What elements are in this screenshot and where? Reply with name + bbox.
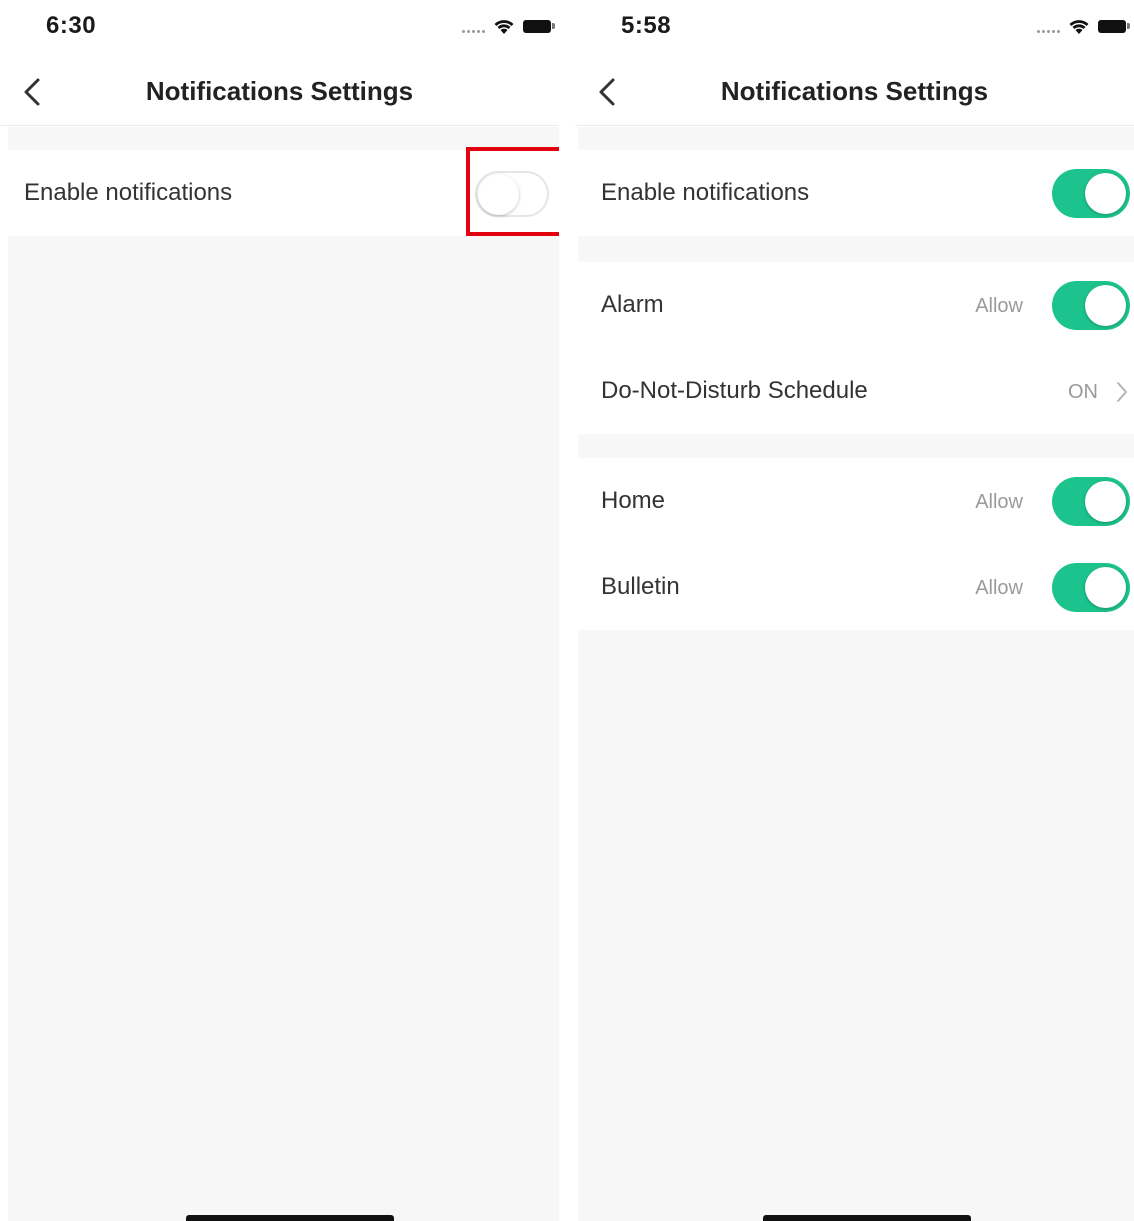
home-label: Home (601, 487, 666, 514)
enable-notifications-label: Enable notifications (24, 179, 233, 206)
signal-icon (1037, 19, 1060, 33)
settings-content: Enable notifications Alarm Allow Do-Not-… (578, 127, 1134, 1221)
battery-icon (1098, 19, 1130, 33)
alarm-status: Allow (975, 295, 1023, 317)
page-title: Notifications Settings (145, 76, 414, 106)
wifi-icon (493, 17, 515, 35)
battery-icon (523, 19, 555, 33)
highlight-box (466, 147, 559, 236)
categories-group: Home Allow Bulletin Allow (578, 458, 1134, 630)
toggle-knob (1085, 173, 1126, 214)
home-toggle[interactable] (1052, 477, 1130, 526)
enable-notifications-toggle[interactable] (1052, 169, 1130, 218)
enable-notifications-group: Enable notifications (578, 150, 1134, 236)
dnd-schedule-row[interactable]: Do-Not-Disturb Schedule ON (578, 348, 1134, 434)
bulletin-status: Allow (975, 577, 1023, 599)
status-bar: 6:30 (0, 0, 559, 56)
dnd-schedule-status: ON (1068, 381, 1098, 403)
wifi-icon (1068, 17, 1090, 35)
left-phone-screen: 6:30 Notifications Settings Enable notif… (0, 0, 559, 1221)
status-bar: 5:58 (575, 0, 1134, 56)
alarm-group: Alarm Allow Do-Not-Disturb Schedule ON (578, 262, 1134, 434)
dnd-schedule-label: Do-Not-Disturb Schedule (601, 377, 868, 404)
home-indicator (763, 1215, 971, 1221)
bulletin-toggle[interactable] (1052, 563, 1130, 612)
alarm-label: Alarm (601, 291, 664, 318)
nav-bar: Notifications Settings (0, 56, 559, 126)
signal-icon (462, 19, 485, 33)
screens-container: 6:30 Notifications Settings Enable notif… (0, 0, 1134, 1221)
alarm-toggle[interactable] (1052, 281, 1130, 330)
home-indicator (186, 1215, 394, 1221)
bulletin-label: Bulletin (601, 573, 680, 600)
status-icons (1037, 14, 1130, 38)
page-title: Notifications Settings (720, 76, 989, 106)
enable-notifications-row: Enable notifications (578, 150, 1134, 236)
right-phone-screen: 5:58 Notifications Settings Enable notif… (575, 0, 1134, 1221)
chevron-right-icon (1116, 381, 1128, 403)
toggle-knob (1085, 567, 1126, 608)
toggle-knob (1085, 285, 1126, 326)
status-time: 6:30 (46, 12, 97, 39)
status-icons (462, 14, 555, 38)
home-status: Allow (975, 491, 1023, 513)
alarm-row: Alarm Allow (578, 262, 1134, 348)
toggle-knob (1085, 481, 1126, 522)
nav-bar: Notifications Settings (575, 56, 1134, 126)
bulletin-row: Bulletin Allow (578, 544, 1134, 630)
settings-content: Enable notifications (8, 127, 559, 1221)
status-time: 5:58 (621, 12, 672, 39)
home-row: Home Allow (578, 458, 1134, 544)
enable-notifications-label: Enable notifications (601, 179, 810, 206)
